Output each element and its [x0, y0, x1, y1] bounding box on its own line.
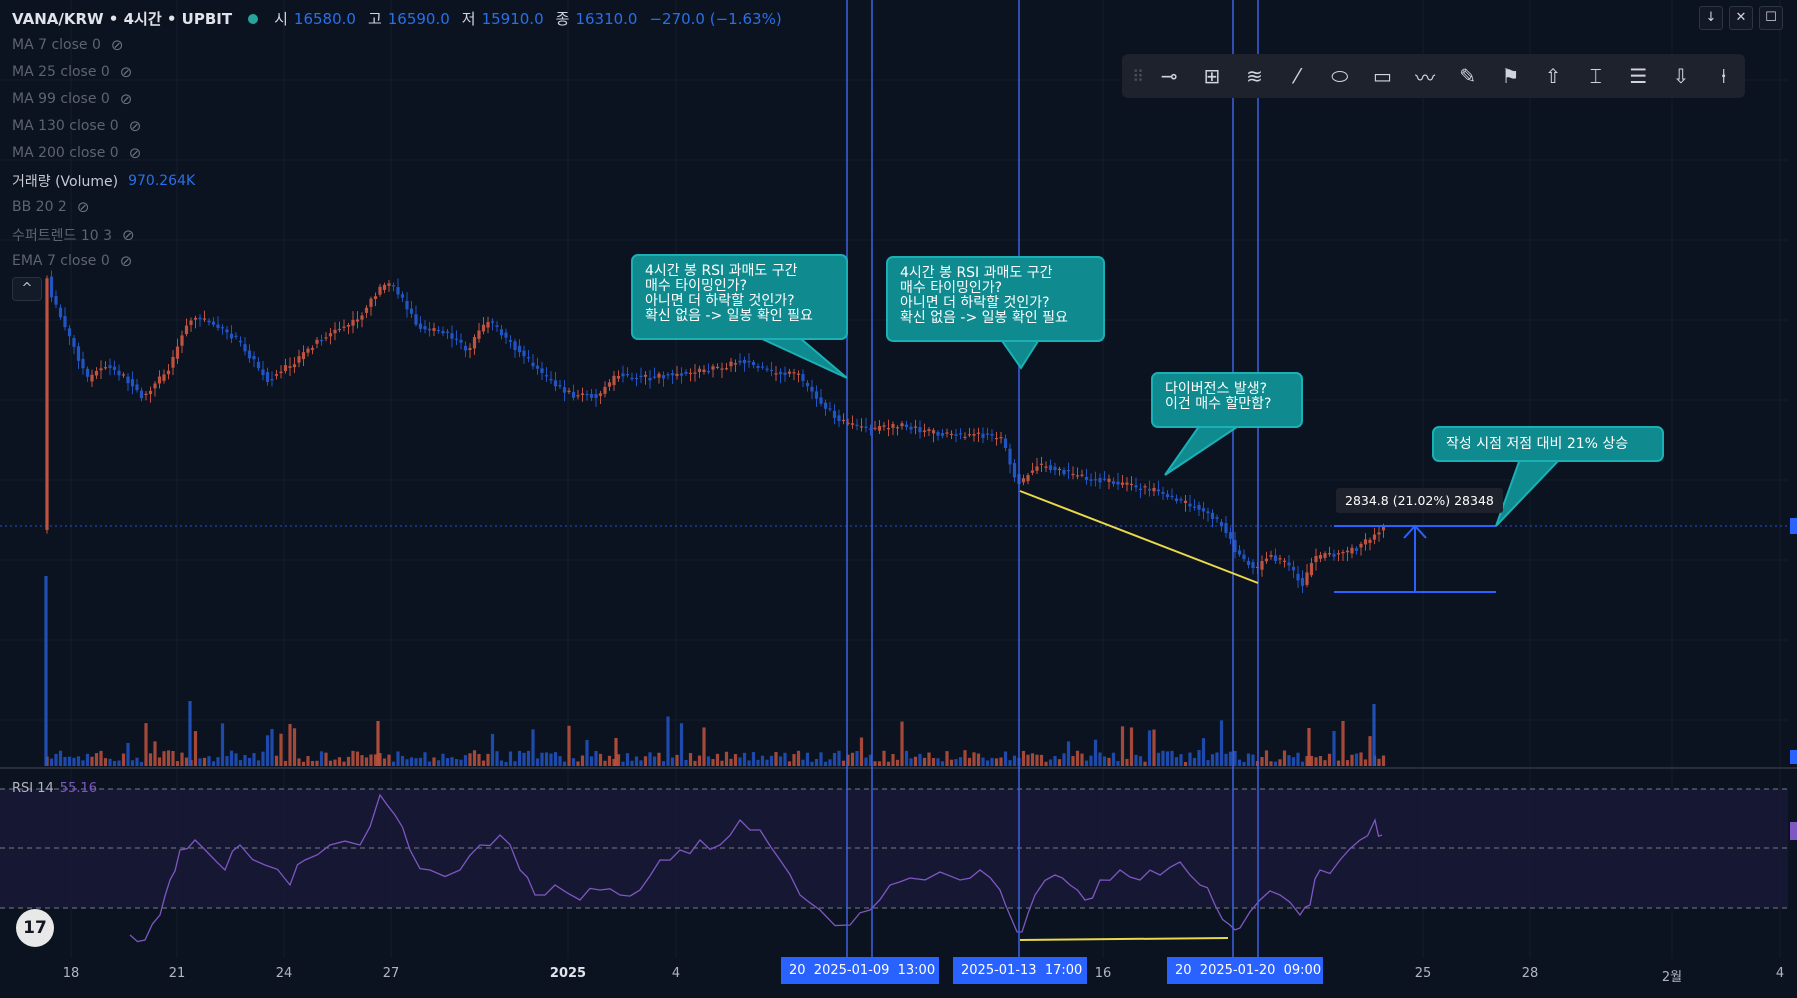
indicator-ma7[interactable]: MA 7 close 0 ⊘	[12, 36, 123, 54]
chart-header: VANA/KRW • 4시간 • UPBIT 시 16580.0 고 16590.0…	[12, 8, 788, 29]
indicator-label: BB 20 2	[12, 199, 67, 215]
indicator-label: MA 99 close 0	[12, 91, 110, 107]
scroll-down-button[interactable]: ↓	[1699, 6, 1723, 30]
volume-value: 970.264K	[128, 173, 196, 189]
indicator-label: MA 7 close 0	[12, 37, 101, 53]
eye-hidden-icon[interactable]: ⊘	[120, 90, 133, 108]
symbol-title[interactable]: VANA/KRW • 4시간 • UPBIT	[12, 8, 232, 29]
indicator-label: 수퍼트렌드 10 3	[12, 228, 113, 244]
indicator-ma130[interactable]: MA 130 close 0 ⊘	[12, 117, 141, 135]
divergence-price-line	[1019, 490, 1259, 584]
rsi-legend[interactable]: RSI 14 55.16	[12, 781, 97, 796]
date-range-icon[interactable]: ☰	[1617, 56, 1660, 96]
change-value: −270.0 (−1.63%)	[649, 9, 782, 28]
indicator-label: MA 130 close 0	[12, 118, 119, 134]
callout-oversold-2[interactable]: 4시간 봉 RSI 과매도 구간 매수 타이밍인가? 아니면 더 하락할 것인가…	[886, 256, 1105, 342]
eye-hidden-icon[interactable]: ⊘	[122, 226, 135, 244]
arrow-down-icon[interactable]: ⇩	[1660, 56, 1703, 96]
price-range-label: 2834.8 (21.02%) 28348	[1336, 488, 1503, 513]
low-label: 저	[461, 10, 476, 28]
x-tick: 2월	[1661, 970, 1683, 985]
x-tick: 25	[1414, 966, 1432, 981]
eye-hidden-icon[interactable]: ⊘	[129, 144, 142, 162]
volume-bars	[44, 576, 1386, 766]
eye-hidden-icon[interactable]: ⊘	[120, 252, 133, 270]
high-label: 고	[367, 10, 382, 28]
drag-handle-icon[interactable]: ⠿	[1128, 67, 1148, 86]
vertical-line-icon[interactable]: ⍿	[1702, 56, 1745, 96]
x-tick: 24	[275, 966, 293, 981]
indicator-ma99[interactable]: MA 99 close 0 ⊘	[12, 90, 132, 108]
eye-hidden-icon[interactable]: ⊘	[120, 63, 133, 81]
indicator-bb[interactable]: BB 20 2 ⊘	[12, 198, 89, 216]
x-tick: 28	[1521, 966, 1539, 981]
x-tick: 21	[168, 966, 186, 981]
time-tag-1: 20 2025-01-09 13:00	[781, 957, 939, 984]
flag-icon[interactable]: ⚑	[1489, 56, 1532, 96]
x-tick-year: 2025	[549, 966, 587, 981]
divergence-rsi-line	[1019, 937, 1229, 941]
close-button[interactable]: ✕	[1729, 6, 1753, 30]
time-tag-3: 20 2025-01-20 09:00	[1167, 957, 1323, 984]
volume-scale-marker	[1790, 750, 1797, 764]
trend-line-icon[interactable]: ⁄	[1276, 56, 1319, 96]
close-value: 16310.0	[575, 9, 638, 28]
indicator-ma25[interactable]: MA 25 close 0 ⊘	[12, 63, 132, 81]
eye-hidden-icon[interactable]: ⊘	[77, 198, 90, 216]
eye-hidden-icon[interactable]: ⊘	[129, 117, 142, 135]
fib-retracement-icon[interactable]: ≋	[1233, 56, 1276, 96]
indicator-volume[interactable]: 거래량 (Volume) 970.264K	[12, 171, 195, 191]
maximize-button[interactable]: ☐	[1759, 6, 1783, 30]
indicator-ma200[interactable]: MA 200 close 0 ⊘	[12, 144, 141, 162]
time-tag-2: 2025-01-13 17:00	[953, 957, 1087, 984]
callout-oversold-1[interactable]: 4시간 봉 RSI 과매도 구간 매수 타이밍인가? 아니면 더 하락할 것인가…	[631, 254, 848, 340]
low-value: 15910.0	[481, 9, 544, 28]
x-tick: 27	[382, 966, 400, 981]
drawing-toolbar: ⠿ ⊸ ⊞ ≋ ⁄ ⬭ ▭ 〰 ✎ ⚑ ⇧ ⌶ ☰ ⇩ ⍿	[1122, 54, 1745, 98]
indicator-label: EMA 7 close 0	[12, 253, 110, 269]
close-label: 종	[555, 10, 570, 28]
horizontal-ray-icon[interactable]: ⊸	[1148, 56, 1191, 96]
indicator-ema7[interactable]: EMA 7 close 0 ⊘	[12, 252, 132, 270]
window-buttons: ↓ ✕ ☐	[1699, 6, 1783, 30]
callout-rise[interactable]: 작성 시점 저점 대비 21% 상승	[1432, 426, 1664, 462]
indicator-supertrend[interactable]: 수퍼트렌드 10 3 ⊘	[12, 225, 135, 245]
rsi-label: RSI 14	[12, 781, 54, 796]
price-range-icon[interactable]: ⌶	[1574, 56, 1617, 96]
collapse-indicators-button[interactable]: ^	[12, 277, 42, 301]
indicator-label: MA 200 close 0	[12, 145, 119, 161]
price-scale-marker	[1790, 518, 1797, 534]
x-tick: 4	[671, 966, 681, 981]
arrow-up-icon[interactable]: ⇧	[1532, 56, 1575, 96]
ellipse-icon[interactable]: ⬭	[1318, 56, 1361, 96]
price-range-measure	[1334, 524, 1496, 593]
market-status-dot	[248, 13, 259, 24]
x-tick: 16	[1094, 966, 1112, 981]
open-value: 16580.0	[293, 9, 356, 28]
rsi-value: 55.16	[59, 781, 98, 796]
indicator-label: 거래량 (Volume)	[12, 174, 119, 190]
brush-icon[interactable]: ✎	[1446, 56, 1489, 96]
rectangle-icon[interactable]: ▭	[1361, 56, 1404, 96]
callout-divergence[interactable]: 다이버전스 발생? 이건 매수 할만함?	[1151, 372, 1303, 428]
eye-hidden-icon[interactable]: ⊘	[111, 36, 124, 54]
open-label: 시	[274, 10, 288, 28]
fib-grid-icon[interactable]: ⊞	[1191, 56, 1234, 96]
rsi-scale-marker	[1790, 822, 1797, 840]
x-tick: 18	[62, 966, 80, 981]
path-icon[interactable]: 〰	[1404, 56, 1447, 96]
tradingview-logo-icon[interactable]: 17	[16, 909, 54, 947]
indicator-label: MA 25 close 0	[12, 64, 110, 80]
x-tick: 4	[1775, 966, 1785, 981]
high-value: 16590.0	[387, 9, 450, 28]
price-chart[interactable]	[0, 0, 1797, 998]
